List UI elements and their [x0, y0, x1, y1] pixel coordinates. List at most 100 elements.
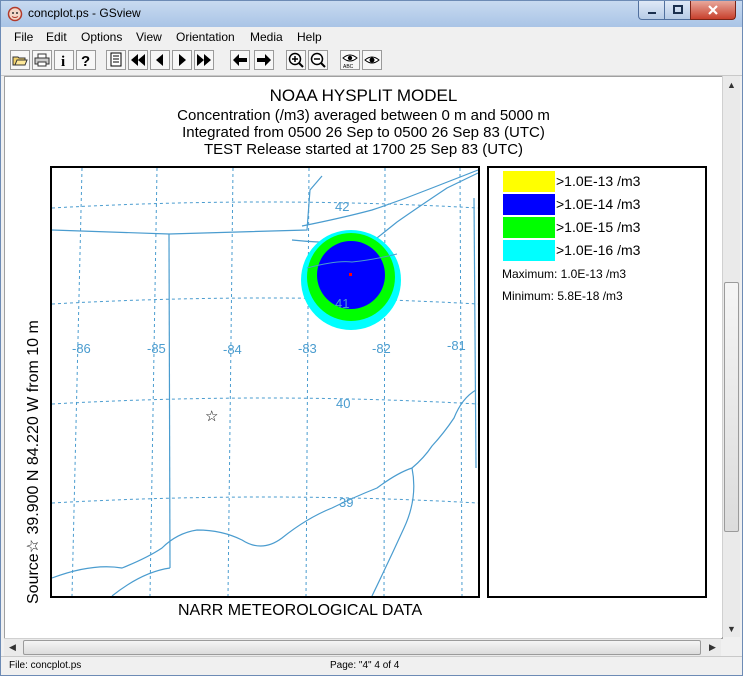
- meridian-line: [459, 168, 463, 596]
- parallel-line: [52, 201, 478, 209]
- title-bar: concplot.ps - GSview: [1, 1, 742, 27]
- maximize-icon: [673, 5, 683, 14]
- zoom-in-icon: [288, 52, 304, 68]
- lat-label: 40: [336, 396, 350, 411]
- concentration-map: -86 -85 -84 -83 -82 -81 42 41 40 39 ☆: [50, 166, 480, 598]
- close-icon: [708, 5, 718, 15]
- legend-swatch: [503, 240, 555, 261]
- indiana-ohio-border: [168, 233, 171, 569]
- lat-label: 41: [335, 296, 349, 311]
- meridian-line: [149, 168, 158, 596]
- source-star-icon: ☆: [205, 407, 218, 425]
- parallel-line: [52, 397, 478, 405]
- status-file: File: concplot.ps: [9, 660, 82, 671]
- michigan-border: [52, 175, 323, 235]
- horizontal-scroll-thumb[interactable]: [23, 640, 701, 655]
- next-page-button[interactable]: [172, 50, 192, 70]
- plume-max-point: [349, 273, 352, 276]
- zoom-out-button[interactable]: [308, 50, 328, 70]
- minimize-button[interactable]: [638, 1, 666, 20]
- back-button[interactable]: [230, 50, 250, 70]
- legend-maximum: Maximum: 1.0E-13 /m3: [502, 267, 627, 281]
- plot-subtitle-release: TEST Release started at 1700 25 Sep 83 (…: [203, 141, 524, 158]
- eye-text-button[interactable]: ABC: [340, 50, 360, 70]
- goto-page-icon: [110, 52, 122, 67]
- legend-label: >1.0E-14 /m3: [556, 196, 641, 212]
- horizontal-scrollbar[interactable]: ◀ ▶: [4, 638, 721, 656]
- lon-label: -84: [223, 342, 242, 357]
- concentration-plume: [301, 230, 401, 330]
- parallel-line: [52, 297, 478, 305]
- status-page: Page: "4" 4 of 4: [330, 660, 400, 671]
- vertical-scroll-thumb[interactable]: [724, 282, 739, 532]
- source-location-label: Source☆ 39.900 N 84.220 W from 10 m: [25, 320, 42, 604]
- lon-label: -81: [447, 338, 466, 353]
- forward-button[interactable]: [254, 50, 274, 70]
- map-labels: -86 -85 -84 -83 -82 -81 42 41 40 39 ☆: [72, 199, 466, 510]
- legend-label: >1.0E-15 /m3: [556, 219, 641, 235]
- menu-options[interactable]: Options: [81, 30, 122, 44]
- vertical-scrollbar[interactable]: ▲ ▼: [722, 76, 740, 637]
- lake-erie-shore-north: [301, 169, 478, 227]
- zoom-in-button[interactable]: [286, 50, 306, 70]
- menu-help[interactable]: Help: [297, 30, 322, 44]
- parallel-line: [52, 496, 478, 504]
- scroll-left-icon[interactable]: ◀: [4, 639, 21, 656]
- legend-minimum: Minimum: 5.8E-18 /m3: [502, 289, 623, 303]
- prev-page-icon: [156, 54, 163, 66]
- scroll-up-icon[interactable]: ▲: [723, 76, 740, 93]
- last-page-button[interactable]: [194, 50, 214, 70]
- toolbar: i ? ABC: [1, 47, 742, 76]
- legend-swatch: [503, 194, 555, 215]
- forward-icon: [257, 54, 271, 66]
- help-button[interactable]: ?: [76, 50, 96, 70]
- info-icon: i: [61, 54, 65, 68]
- document-viewport[interactable]: NOAA HYSPLIT MODEL Concentration (/m3) a…: [4, 76, 723, 639]
- help-icon: ?: [81, 53, 90, 68]
- window-title: concplot.ps - GSview: [28, 6, 141, 20]
- menu-view[interactable]: View: [136, 30, 162, 44]
- lon-label: -86: [72, 341, 91, 356]
- zoom-out-icon: [310, 52, 326, 68]
- print-button[interactable]: [32, 50, 52, 70]
- meridian-line: [305, 168, 310, 596]
- kentucky-border: [111, 567, 171, 596]
- menu-media[interactable]: Media: [250, 30, 283, 44]
- legend-swatch: [503, 171, 555, 192]
- prev-page-button[interactable]: [150, 50, 170, 70]
- legend-label: >1.0E-13 /m3: [556, 173, 641, 189]
- eye-text-icon: ABC: [342, 54, 358, 68]
- gsview-app-icon: [7, 6, 23, 22]
- plot-subtitle-integration: Integrated from 0500 26 Sep to 0500 26 S…: [182, 124, 545, 141]
- first-page-button[interactable]: [128, 50, 148, 70]
- svg-text:?: ?: [81, 53, 90, 68]
- close-button[interactable]: [690, 1, 736, 20]
- scroll-right-icon[interactable]: ▶: [704, 639, 721, 656]
- last-page-icon: [197, 54, 211, 66]
- menu-file[interactable]: File: [14, 30, 33, 44]
- legend-label: >1.0E-16 /m3: [556, 242, 641, 258]
- info-button[interactable]: i: [54, 50, 74, 70]
- ohio-river: [52, 389, 477, 579]
- lon-label: -85: [147, 341, 166, 356]
- ohio-pa-border: [473, 197, 477, 469]
- lon-label: -82: [372, 341, 391, 356]
- menu-orientation[interactable]: Orientation: [176, 30, 235, 44]
- print-icon: [34, 53, 50, 67]
- boundaries: [52, 169, 478, 596]
- meridian-line: [71, 168, 83, 596]
- lat-label: 42: [335, 199, 349, 214]
- eye-icon: [364, 56, 380, 64]
- menu-bar: File Edit Options View Orientation Media…: [1, 28, 742, 47]
- scroll-down-icon[interactable]: ▼: [723, 620, 740, 637]
- svg-text:ABC: ABC: [343, 64, 354, 68]
- menu-edit[interactable]: Edit: [46, 30, 67, 44]
- lat-label: 39: [339, 495, 353, 510]
- open-icon: [12, 56, 28, 66]
- eye-button[interactable]: [362, 50, 382, 70]
- goto-page-button[interactable]: [106, 50, 126, 70]
- back-icon: [233, 54, 247, 66]
- lake-erie-shore: [291, 172, 478, 244]
- open-button[interactable]: [10, 50, 30, 70]
- maximize-button[interactable]: [664, 1, 692, 20]
